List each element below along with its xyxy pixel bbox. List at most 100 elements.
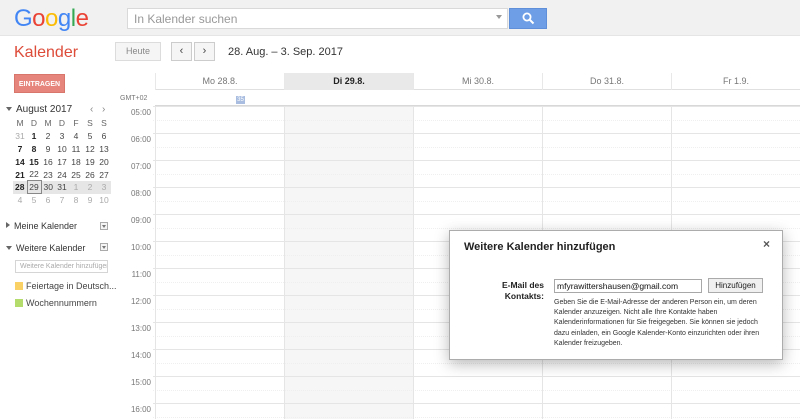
mini-day[interactable]: 7: [55, 194, 69, 207]
mini-next-month-button[interactable]: ›: [102, 104, 105, 115]
today-button[interactable]: Heute: [115, 42, 161, 61]
expand-triangle-icon: [6, 222, 10, 228]
mini-day[interactable]: 30: [41, 180, 55, 194]
logo-letter: o: [32, 5, 46, 32]
day-header[interactable]: Di 29.8.: [284, 73, 413, 90]
mini-day[interactable]: 5: [27, 194, 41, 207]
mini-day[interactable]: 8: [69, 194, 83, 207]
mini-day[interactable]: 2: [41, 130, 55, 143]
hour-line: [153, 106, 800, 107]
mini-day[interactable]: 8: [27, 143, 41, 156]
other-calendars-label: Weitere Kalender: [16, 243, 86, 253]
mini-day[interactable]: 10: [97, 194, 111, 207]
week-number-badge[interactable]: 35: [236, 96, 245, 104]
mini-day[interactable]: 1: [69, 180, 83, 194]
calendar-item-weeknumbers[interactable]: Wochennummern: [15, 298, 97, 308]
logo-letter: o: [45, 5, 58, 32]
mini-day[interactable]: 26: [83, 168, 97, 181]
google-logo[interactable]: Google: [14, 5, 89, 33]
mini-day[interactable]: 4: [13, 194, 27, 207]
dialog-title: Weitere Kalender hinzufügen: [464, 241, 616, 253]
mini-day[interactable]: 4: [69, 130, 83, 143]
mini-day[interactable]: 31: [13, 130, 27, 143]
mini-prev-month-button[interactable]: ‹: [90, 104, 93, 115]
hour-label: 11:00: [131, 270, 151, 279]
mini-weekday-label: M: [44, 118, 52, 129]
date-range: 28. Aug. – 3. Sep. 2017: [228, 46, 343, 58]
mini-weekday-label: D: [30, 118, 38, 129]
email-field[interactable]: mfyrawittershausen@gmail.com: [554, 279, 702, 293]
mini-day[interactable]: 27: [97, 168, 111, 181]
all-day-row[interactable]: [155, 90, 800, 106]
mini-day[interactable]: 13: [97, 143, 111, 156]
top-bar: Google: [0, 0, 800, 36]
mini-day[interactable]: 1: [27, 130, 41, 143]
hour-label: 05:00: [130, 108, 151, 117]
search-box[interactable]: [127, 8, 508, 29]
add-button[interactable]: Hinzufügen: [708, 278, 763, 293]
mini-day[interactable]: 5: [83, 130, 97, 143]
my-calendars-menu-icon[interactable]: [100, 222, 108, 230]
hour-label: 07:00: [130, 162, 151, 171]
hour-label: 10:00: [130, 243, 151, 252]
calendar-item-holidays[interactable]: Feiertage in Deutsch...: [15, 281, 117, 291]
column-divider: [284, 106, 285, 419]
mini-day[interactable]: 12: [83, 143, 97, 156]
calendar-item-label: Feiertage in Deutsch...: [26, 281, 117, 291]
hour-line: [153, 187, 800, 188]
other-calendars-menu-icon[interactable]: [100, 243, 108, 251]
half-hour-line: [153, 416, 800, 418]
day-headers: Mo 28.8. Di 29.8. Mi 30.8. Do 31.8. Fr 1.9.: [155, 73, 800, 90]
next-week-button[interactable]: ›: [194, 42, 215, 61]
mini-day[interactable]: 22: [27, 168, 41, 181]
other-calendars-toggle[interactable]: Weitere Kalender: [6, 243, 85, 253]
dialog-help-text: Geben Sie die E-Mail-Adresse der anderen…: [554, 299, 760, 347]
mini-day[interactable]: 10: [55, 143, 69, 156]
mini-day[interactable]: 19: [83, 155, 97, 168]
calendar-color-swatch[interactable]: [15, 282, 23, 290]
day-header[interactable]: Do 31.8.: [542, 73, 671, 90]
mini-day[interactable]: 3: [97, 180, 111, 194]
add-calendar-input[interactable]: Weitere Kalender hinzufügen: [15, 260, 108, 273]
calendar-color-swatch[interactable]: [15, 299, 23, 307]
mini-day[interactable]: 21: [13, 168, 27, 181]
chevron-left-icon: ‹: [179, 45, 184, 57]
search-options-chevron-down-icon[interactable]: [496, 15, 502, 19]
email-label: E-Mail des Kontakts:: [501, 280, 544, 301]
day-header[interactable]: Fr 1.9.: [671, 73, 800, 90]
day-header[interactable]: Mo 28.8.: [155, 73, 284, 90]
mini-day[interactable]: 11: [69, 143, 83, 156]
mini-day[interactable]: 2: [83, 180, 97, 194]
prev-week-button[interactable]: ‹: [171, 42, 192, 61]
day-header[interactable]: Mi 30.8.: [413, 73, 542, 90]
mini-day[interactable]: 15: [27, 155, 41, 168]
half-hour-line: [153, 146, 800, 148]
hour-line: [153, 133, 800, 134]
mini-day[interactable]: 14: [13, 155, 27, 168]
my-calendars-toggle[interactable]: Meine Kalender: [6, 221, 77, 231]
mini-day[interactable]: 20: [97, 155, 111, 168]
mini-day[interactable]: 24: [55, 168, 69, 181]
search-button[interactable]: [509, 8, 547, 29]
mini-day[interactable]: 29: [26, 180, 42, 195]
mini-day[interactable]: 6: [41, 194, 55, 207]
timezone-label: GMT+02: [120, 95, 148, 102]
close-icon[interactable]: ×: [763, 237, 770, 251]
mini-day[interactable]: 7: [13, 143, 27, 156]
mini-day[interactable]: 28: [13, 180, 27, 194]
mini-day[interactable]: 31: [55, 180, 69, 194]
mini-day[interactable]: 23: [41, 168, 55, 181]
mini-day[interactable]: 9: [41, 143, 55, 156]
mini-calendar-header[interactable]: August 2017: [6, 104, 72, 115]
mini-day[interactable]: 3: [55, 130, 69, 143]
mini-day[interactable]: 18: [69, 155, 83, 168]
create-event-button[interactable]: EINTRAGEN: [14, 74, 65, 93]
search-input[interactable]: [128, 9, 488, 28]
mini-day[interactable]: 6: [97, 130, 111, 143]
mini-day[interactable]: 9: [83, 194, 97, 207]
mini-day[interactable]: 16: [41, 155, 55, 168]
hour-label: 09:00: [130, 216, 151, 225]
mini-day[interactable]: 17: [55, 155, 69, 168]
hour-label: 06:00: [130, 135, 151, 144]
mini-day[interactable]: 25: [69, 168, 83, 181]
